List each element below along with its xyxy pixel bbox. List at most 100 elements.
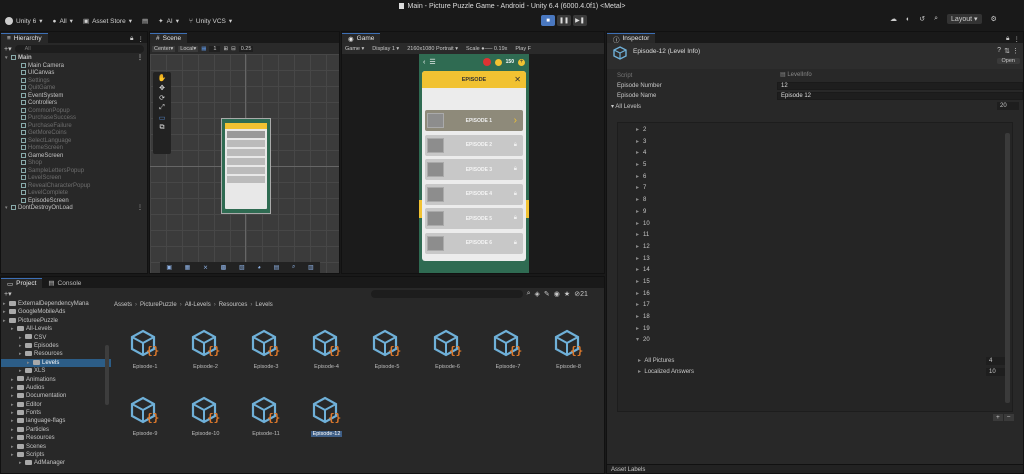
project-folder-item[interactable]: ▸ AdManager: [1, 459, 111, 467]
grid-size-field[interactable]: 1: [209, 45, 221, 52]
asset-item[interactable]: {} Episode-1: [123, 328, 167, 370]
increment-icon[interactable]: ⊟: [231, 46, 236, 52]
add-coins-icon[interactable]: +: [518, 58, 525, 66]
cloud-icon[interactable]: ☁: [890, 15, 897, 23]
episode-item[interactable]: EPISODE 5 🔒︎: [425, 208, 523, 229]
foldout-arrow-icon[interactable]: ▸: [636, 256, 639, 262]
scale-tool-icon[interactable]: ⤢: [159, 104, 165, 112]
project-folder-item[interactable]: ▸ Audios: [1, 384, 111, 392]
foldout-arrow-icon[interactable]: ▸: [636, 185, 639, 191]
create-icon[interactable]: +▾: [4, 290, 12, 298]
overlay-tool-icon[interactable]: ⌕: [292, 264, 295, 271]
hierarchy-item[interactable]: RevealCharacterPopup: [1, 182, 147, 191]
project-folder-item[interactable]: ▸ PictureePuzzle: [1, 317, 111, 325]
foldout-arrow-icon[interactable]: ▸: [636, 244, 639, 250]
level-element[interactable]: ▸ 6: [618, 172, 1012, 184]
tree-scrollbar[interactable]: [105, 345, 109, 405]
account-button[interactable]: Unity 6 ▾: [0, 14, 48, 28]
ai-button[interactable]: ✦ AI ▾: [153, 14, 184, 28]
foldout-arrow-icon[interactable]: ▸: [636, 267, 639, 273]
all-levels-row[interactable]: ▾ All Levels 20: [607, 101, 1023, 111]
project-folder-item[interactable]: ▸ XLS: [1, 367, 111, 375]
project-folder-item[interactable]: ▸ Episodes: [1, 342, 111, 350]
back-icon[interactable]: ‹: [423, 59, 425, 66]
scale-slider[interactable]: Scale ●── 0.19x: [466, 46, 507, 52]
all-levels-count[interactable]: 20: [997, 102, 1019, 110]
project-folder-item[interactable]: ▸ Particles: [1, 426, 111, 434]
hierarchy-item[interactable]: QuitGame: [1, 85, 147, 93]
episode-item[interactable]: EPISODE 6 🔒︎: [425, 232, 523, 254]
asset-item[interactable]: {} Episode-5: [365, 328, 409, 370]
level-element[interactable]: ▸ 13: [618, 254, 1012, 266]
foldout-arrow-icon[interactable]: ▸: [636, 291, 639, 297]
level-element[interactable]: ▸ 4: [618, 148, 1012, 160]
package-button[interactable]: ▤: [137, 14, 153, 28]
breadcrumb-item[interactable]: Resources: [219, 302, 248, 308]
breadcrumb-item[interactable]: All-Levels: [185, 302, 211, 308]
foldout-arrow-icon[interactable]: ▸: [636, 232, 639, 238]
asset-item[interactable]: {} Episode-2: [184, 328, 228, 370]
menu-icon[interactable]: ☰: [429, 58, 435, 66]
snap-icon[interactable]: ⊞: [223, 46, 228, 52]
layout-dropdown[interactable]: Layout ▾: [947, 14, 982, 24]
foldout-arrow-icon[interactable]: ▸: [636, 326, 639, 332]
hierarchy-item[interactable]: GameScreen: [1, 152, 147, 161]
foldout-arrow-icon[interactable]: ▸: [636, 150, 639, 156]
project-folder-item[interactable]: ▸ Documentation: [1, 392, 111, 400]
hierarchy-item[interactable]: SelectLanguage: [1, 137, 147, 146]
level-element[interactable]: ▸ 10: [618, 219, 1012, 231]
record-icon[interactable]: [482, 58, 491, 66]
project-folder-item[interactable]: ▸ Resources: [1, 434, 111, 442]
hierarchy-item[interactable]: PurchaseFailure: [1, 122, 147, 131]
scale-field[interactable]: 0.25: [238, 45, 254, 52]
preset-icon[interactable]: ⇅: [1004, 47, 1010, 55]
asset-item[interactable]: {} Episode-12: [305, 395, 349, 437]
display-dropdown[interactable]: Display 1 ▾: [372, 46, 399, 52]
asset-item[interactable]: {} Episode-3: [244, 328, 288, 370]
hierarchy-item[interactable]: Controllers: [1, 100, 147, 108]
hierarchy-item[interactable]: Main Camera: [1, 62, 147, 71]
overlay-tool-icon[interactable]: ◕: [257, 265, 261, 271]
overlay-tool-icon[interactable]: ▦: [185, 264, 191, 271]
hierarchy-item[interactable]: PurchaseSuccess: [1, 115, 147, 123]
hierarchy-search-input[interactable]: All: [14, 44, 144, 53]
open-button[interactable]: Open: [996, 58, 1020, 64]
level-element[interactable]: ▸ 17: [618, 300, 1012, 312]
foldout-arrow-icon[interactable]: ▸: [636, 174, 639, 180]
grid-snap-icon[interactable]: ▦: [201, 46, 206, 52]
services-icon[interactable]: ◐: [906, 16, 910, 23]
tab-inspector[interactable]: ⓘ Inspector: [607, 33, 656, 44]
help-icon[interactable]: ?: [997, 47, 1001, 54]
episode-item[interactable]: EPISODE 2 🔒︎: [425, 134, 523, 156]
pause-button[interactable]: ❚❚: [557, 15, 571, 26]
overlay-tool-icon[interactable]: ▤: [274, 264, 280, 271]
lock-icon[interactable]: 🔒︎: [130, 35, 133, 43]
menu-dots-icon[interactable]: ⋮: [1014, 35, 1021, 43]
rect-tool-icon[interactable]: ▭: [159, 114, 166, 122]
project-folder-item[interactable]: ▸ Fonts: [1, 409, 111, 417]
foldout-arrow-icon[interactable]: ▸: [636, 162, 639, 168]
asset-item[interactable]: {} Episode-11: [244, 395, 288, 437]
level-element[interactable]: ▸ 2: [618, 125, 1012, 137]
overlay-tool-icon[interactable]: ▩: [221, 264, 227, 271]
breadcrumb-item[interactable]: Assets: [114, 302, 132, 308]
level-element[interactable]: ▸ 7: [618, 183, 1012, 195]
hidden-packages-badge[interactable]: ⊘21: [574, 290, 588, 298]
breadcrumb-item[interactable]: PicturePuzzle: [140, 302, 177, 308]
asset-item[interactable]: {} Episode-6: [426, 328, 470, 370]
foldout-arrow-icon[interactable]: ▾: [636, 337, 639, 343]
project-folder-item[interactable]: ▸ language-flags: [1, 417, 111, 425]
type-filter-icon[interactable]: ◈: [535, 290, 540, 298]
item-menu-icon[interactable]: ⋮: [137, 55, 143, 63]
foldout-arrow-icon[interactable]: ▸: [636, 127, 639, 133]
tab-hierarchy[interactable]: ≡ Hierarchy: [1, 33, 48, 43]
asset-item[interactable]: {} Episode-4: [305, 328, 349, 370]
hierarchy-item[interactable]: LevelScreen: [1, 175, 147, 183]
all-dropdown[interactable]: ● All ▾: [48, 14, 78, 28]
project-folder-item[interactable]: ▸ Scenes: [1, 443, 111, 451]
move-tool-icon[interactable]: ✥: [159, 84, 165, 92]
scene-canvas-preview[interactable]: [221, 118, 271, 214]
episode-item[interactable]: EPISODE 3 🔒︎: [425, 159, 523, 180]
hierarchy-item[interactable]: ▾ Main ⋮: [1, 55, 147, 63]
hierarchy-item[interactable]: LevelComplete: [1, 190, 147, 198]
